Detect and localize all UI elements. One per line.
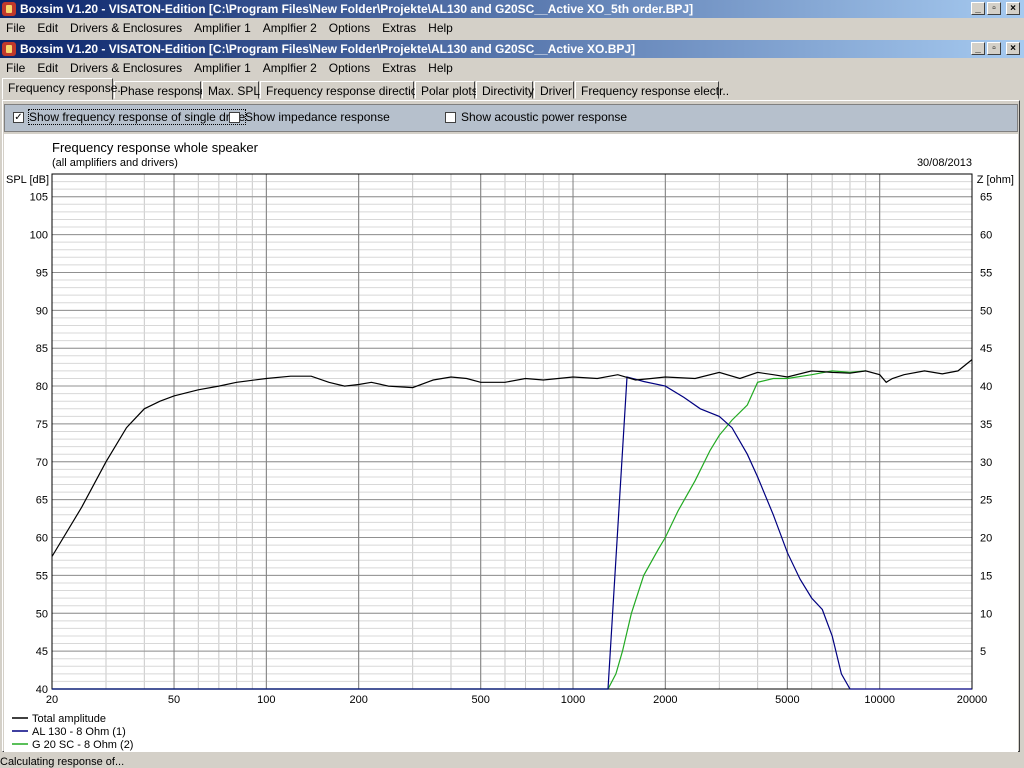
legend-label-0: Total amplitude [32, 713, 106, 725]
y2-tick-label: 30 [980, 457, 992, 469]
chart-title: Frequency response whole speaker [52, 140, 259, 155]
y-tick-label: 60 [36, 533, 48, 545]
y2-tick-label: 5 [980, 646, 986, 658]
tab-frequency-response[interactable]: Frequency response. [2, 78, 121, 100]
y2-tick-label: 20 [980, 533, 992, 545]
y2-tick-label: 10 [980, 608, 992, 620]
y-tick-label: 95 [36, 267, 48, 279]
status-bar: Calculating response of... [0, 756, 1024, 768]
boxsim-app-icon[interactable] [2, 2, 16, 16]
frequency-response-chart: Frequency response whole speaker (all am… [6, 140, 1014, 751]
y-tick-label: 85 [36, 343, 48, 355]
tab-directivity[interactable]: Directivity [476, 81, 534, 99]
outer-title-bar[interactable]: Boxsim V1.20 - VISATON-Edition [C:\Progr… [0, 0, 1024, 18]
tab-max-spl[interactable]: Max. SPL [202, 81, 260, 99]
acoustic-power-label[interactable]: Show acoustic power response [461, 110, 627, 124]
inner-title-bar[interactable]: Boxsim V1.20 - VISATON-Edition [C:\Progr… [0, 40, 1024, 58]
single-driver-label[interactable]: Show frequency response of single drive [27, 109, 247, 125]
outer-menu-options[interactable]: Options [323, 21, 376, 35]
y-tick-label: 105 [30, 192, 48, 204]
legend-label-1: AL 130 - 8 Ohm (1) [32, 726, 126, 738]
outer-menu-extras[interactable]: Extras [376, 21, 422, 35]
outer-menu-drivers[interactable]: Drivers & Enclosures [64, 21, 188, 35]
inner-menu-amp1[interactable]: Amplifier 1 [188, 61, 257, 75]
y-tick-label: 50 [36, 608, 48, 620]
inner-minimize-button[interactable]: _ [971, 42, 985, 55]
inner-menu-amp2[interactable]: Amplfier 2 [257, 61, 323, 75]
outer-menu-amp2[interactable]: Amplfier 2 [257, 21, 323, 35]
outer-restore-button[interactable]: ▫ [987, 2, 1001, 15]
outer-menu-bar: File Edit Drivers & Enclosures Amplifier… [0, 18, 1024, 38]
inner-menu-bar: File Edit Drivers & Enclosures Amplifier… [0, 58, 1024, 78]
y-tick-label: 100 [30, 230, 48, 242]
y-tick-label: 65 [36, 495, 48, 507]
y2-tick-label: 45 [980, 343, 992, 355]
boxsim-doc-icon[interactable] [2, 42, 16, 56]
x-tick-label: 200 [349, 694, 367, 706]
impedance-label[interactable]: Show impedance response [245, 110, 390, 124]
y2-axis-label: Z [ohm] [977, 174, 1014, 186]
inner-menu-drivers[interactable]: Drivers & Enclosures [64, 61, 188, 75]
y2-tick-label: 35 [980, 419, 992, 431]
outer-menu-file[interactable]: File [0, 21, 31, 35]
y-tick-label: 70 [36, 457, 48, 469]
y2-tick-label: 40 [980, 381, 992, 393]
tab-driver[interactable]: Driver [534, 81, 574, 99]
impedance-checkbox[interactable] [229, 112, 240, 123]
tab-frequency-response-electrical[interactable]: Frequency response electr.. [575, 81, 729, 99]
legend: Total amplitudeAL 130 - 8 Ohm (1)G 20 SC… [12, 713, 133, 751]
outer-window-title: Boxsim V1.20 - VISATON-Edition [C:\Progr… [20, 2, 694, 16]
y2-tick-label: 50 [980, 305, 992, 317]
chart-area: Frequency response whole speaker (all am… [4, 134, 1018, 752]
x-tick-label: 100 [257, 694, 275, 706]
y2-tick-label: 65 [980, 192, 992, 204]
inner-menu-extras[interactable]: Extras [376, 61, 422, 75]
y2-tick-label: 55 [980, 267, 992, 279]
outer-menu-amp1[interactable]: Amplifier 1 [188, 21, 257, 35]
x-tick-label: 10000 [864, 694, 895, 706]
outer-menu-help[interactable]: Help [422, 21, 459, 35]
inner-window-title: Boxsim V1.20 - VISATON-Edition [C:\Progr… [20, 42, 636, 56]
inner-menu-help[interactable]: Help [422, 61, 459, 75]
x-tick-label: 5000 [775, 694, 799, 706]
y-tick-label: 55 [36, 570, 48, 582]
tab-strip: Frequency response. Phase response Max. … [0, 78, 1024, 100]
inner-restore-button[interactable]: ▫ [987, 42, 1001, 55]
chart-subtitle: (all amplifiers and drivers) [52, 157, 178, 169]
x-tick-label: 50 [168, 694, 180, 706]
outer-close-button[interactable]: × [1006, 2, 1020, 15]
inner-menu-options[interactable]: Options [323, 61, 376, 75]
inner-close-button[interactable]: × [1006, 42, 1020, 55]
legend-label-2: G 20 SC - 8 Ohm (2) [32, 739, 133, 751]
y-tick-label: 75 [36, 419, 48, 431]
x-tick-label: 500 [472, 694, 490, 706]
inner-menu-file[interactable]: File [0, 61, 31, 75]
x-tick-label: 1000 [561, 694, 585, 706]
tab-frequency-response-directions[interactable]: Frequency response directions [260, 81, 430, 99]
y2-tick-label: 25 [980, 495, 992, 507]
tab-phase-response[interactable]: Phase response [114, 81, 207, 99]
options-row: ✓ Show frequency response of single driv… [4, 104, 1018, 132]
x-tick-label: 2000 [653, 694, 677, 706]
y-tick-label: 90 [36, 305, 48, 317]
y2-tick-label: 60 [980, 230, 992, 242]
x-tick-label: 20000 [957, 694, 988, 706]
tab-polar-plots[interactable]: Polar plots [415, 81, 478, 99]
y-tick-label: 80 [36, 381, 48, 393]
y-tick-label: 45 [36, 646, 48, 658]
x-tick-label: 20 [46, 694, 58, 706]
series-line-0 [51, 359, 973, 557]
outer-minimize-button[interactable]: _ [971, 2, 985, 15]
chart-grid [51, 173, 973, 690]
outer-menu-edit[interactable]: Edit [31, 21, 64, 35]
acoustic-power-checkbox[interactable] [445, 112, 456, 123]
chart-date: 30/08/2013 [917, 157, 972, 169]
single-driver-checkbox[interactable]: ✓ [13, 112, 24, 123]
y-axis-label: SPL [dB] [6, 174, 49, 186]
y2-tick-label: 15 [980, 570, 992, 582]
inner-menu-edit[interactable]: Edit [31, 61, 64, 75]
